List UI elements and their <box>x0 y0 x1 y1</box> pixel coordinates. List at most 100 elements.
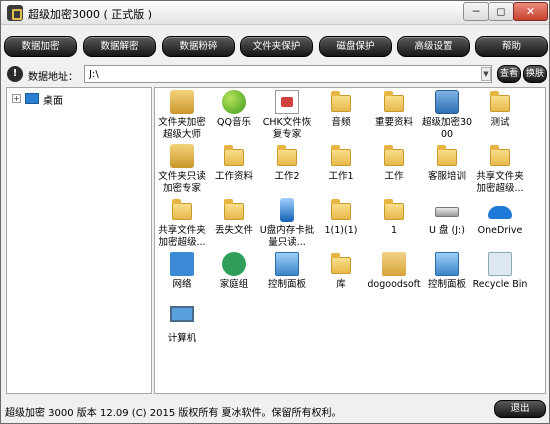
file-item[interactable]: QQ音乐 <box>208 90 260 148</box>
window-title: 超级加密3000 ( 正式版 ) <box>28 8 153 21</box>
file-item[interactable]: 文件夹只读加密专家 <box>156 144 208 202</box>
file-item[interactable]: 重要资料 <box>368 90 420 148</box>
file-item[interactable]: 丢失文件 <box>208 198 260 256</box>
file-item[interactable]: U盘内存卡批量只读... <box>259 198 315 256</box>
folder-icon <box>224 145 244 166</box>
file-item[interactable]: CHK文件恢复专家 <box>261 90 313 148</box>
address-dropdown-icon[interactable]: ▼ <box>481 67 491 81</box>
file-label: 工作资料 <box>214 171 253 182</box>
folder-icon <box>331 91 351 112</box>
app-window: 超级加密3000 ( 正式版 ) ─ ◻ ✕ 数据加密 数据解密 数据粉碎 文件… <box>0 0 550 424</box>
file-grid: 文件夹加密超级大师 QQ音乐 CHK文件恢复专家 音频 重要资料 超级加密300… <box>154 87 546 394</box>
file-item[interactable]: 控制面板 <box>421 252 473 310</box>
folder-protect-button[interactable]: 文件夹保护 <box>240 36 313 57</box>
folder-icon <box>437 145 457 166</box>
drive-icon <box>435 207 459 217</box>
folder-icon <box>384 91 404 112</box>
status-bar: 超级加密 3000 版本 12.09 (C) 2015 版权所有 夏冰软件。保留… <box>1 399 549 423</box>
file-label: 客服培训 <box>427 171 466 182</box>
file-item[interactable]: 工作1 <box>315 144 367 202</box>
encrypt-data-button[interactable]: 数据加密 <box>4 36 77 57</box>
file-label: Recycle Bin <box>472 279 528 290</box>
file-label: 1(1)(1) <box>324 225 358 236</box>
file-item[interactable]: 音频 <box>315 90 367 148</box>
info-icon: ! <box>7 66 23 82</box>
app-lock-icon <box>7 5 23 21</box>
file-item[interactable]: 1(1)(1) <box>315 198 367 256</box>
file-item[interactable]: dogoodsoft <box>367 252 421 310</box>
user-folder-icon <box>382 252 406 276</box>
file-label: CHK文件恢复专家 <box>262 117 312 140</box>
title-bar[interactable]: 超级加密3000 ( 正式版 ) ─ ◻ ✕ <box>1 1 549 25</box>
file-label: 音频 <box>331 117 351 128</box>
onedrive-icon <box>488 206 512 219</box>
file-label: 共享文件夹加密超级... <box>158 225 206 248</box>
cabinet-icon <box>435 90 459 114</box>
file-item[interactable]: 工作2 <box>261 144 313 202</box>
file-label: 网络 <box>172 279 192 290</box>
file-item[interactable]: 家庭组 <box>208 252 260 310</box>
file-item[interactable]: U 盘 (J:) <box>421 198 473 256</box>
maximize-button[interactable]: ◻ <box>488 2 514 21</box>
file-label: 家庭组 <box>219 279 249 290</box>
file-item[interactable]: 工作资料 <box>208 144 260 202</box>
file-item[interactable]: 超级加密3000 <box>421 90 473 148</box>
folder-icon <box>331 199 351 220</box>
file-label: 测试 <box>490 117 510 128</box>
control-panel-icon <box>435 252 459 276</box>
folder-icon <box>490 91 510 112</box>
file-label: 控制面板 <box>267 279 306 290</box>
file-item[interactable]: 控制面板 <box>261 252 313 310</box>
file-label: 计算机 <box>167 333 197 344</box>
folder-icon <box>224 199 244 220</box>
file-label: dogoodsoft <box>367 279 421 290</box>
file-item[interactable]: 测试 <box>474 90 526 148</box>
skin-button[interactable]: 换肤 <box>523 65 547 83</box>
recycle-bin-icon <box>488 252 512 276</box>
copyright-text: 超级加密 3000 版本 12.09 (C) 2015 版权所有 夏冰软件。保留… <box>5 408 342 419</box>
folder-icon <box>331 145 351 166</box>
file-item[interactable]: 计算机 <box>156 306 208 364</box>
expand-icon[interactable]: + <box>12 94 21 103</box>
folder-tree[interactable]: + 桌面 <box>6 87 152 394</box>
folder-icon <box>277 145 297 166</box>
file-item[interactable]: 客服培训 <box>421 144 473 202</box>
homegroup-icon <box>222 252 246 276</box>
file-item[interactable]: 文件夹加密超级大师 <box>156 90 208 148</box>
file-item[interactable]: 工作 <box>368 144 420 202</box>
tree-item-label: 桌面 <box>43 96 63 107</box>
file-item[interactable]: 共享文件夹加密超级... <box>156 198 208 256</box>
lock-folder-icon <box>170 90 194 114</box>
desktop-icon <box>25 93 39 104</box>
file-item[interactable]: 库 <box>315 252 367 310</box>
file-item[interactable]: 网络 <box>156 252 208 310</box>
address-bar: ! 数据地址： ▼ 查看 换肤 <box>4 65 548 85</box>
file-label: U盘内存卡批量只读... <box>259 225 315 248</box>
address-input[interactable] <box>84 65 492 83</box>
computer-icon <box>170 306 194 322</box>
file-label: 工作 <box>384 171 404 182</box>
file-label: U 盘 (J:) <box>429 225 465 236</box>
folder-icon <box>384 145 404 166</box>
file-label: 文件夹加密超级大师 <box>158 117 206 140</box>
file-item[interactable]: 1 <box>368 198 420 256</box>
library-icon <box>331 253 351 274</box>
file-label: 库 <box>336 279 346 290</box>
network-icon <box>170 252 194 276</box>
view-button[interactable]: 查看 <box>497 65 521 83</box>
advanced-settings-button[interactable]: 高级设置 <box>397 36 470 57</box>
file-label: 控制面板 <box>427 279 466 290</box>
file-label: 重要资料 <box>374 117 413 128</box>
file-item[interactable]: OneDrive <box>474 198 526 256</box>
shred-data-button[interactable]: 数据粉碎 <box>162 36 235 57</box>
file-item[interactable]: Recycle Bin <box>472 252 528 310</box>
file-label: 工作2 <box>274 171 300 182</box>
file-item[interactable]: 共享文件夹加密超级... <box>474 144 526 202</box>
close-button[interactable]: ✕ <box>513 2 548 21</box>
exit-button[interactable]: 退出 <box>494 400 546 418</box>
minimize-button[interactable]: ─ <box>463 2 489 21</box>
help-button[interactable]: 帮助 <box>475 36 548 57</box>
decrypt-data-button[interactable]: 数据解密 <box>83 36 156 57</box>
disk-protect-button[interactable]: 磁盘保护 <box>319 36 392 57</box>
chk-file-icon <box>275 90 299 114</box>
